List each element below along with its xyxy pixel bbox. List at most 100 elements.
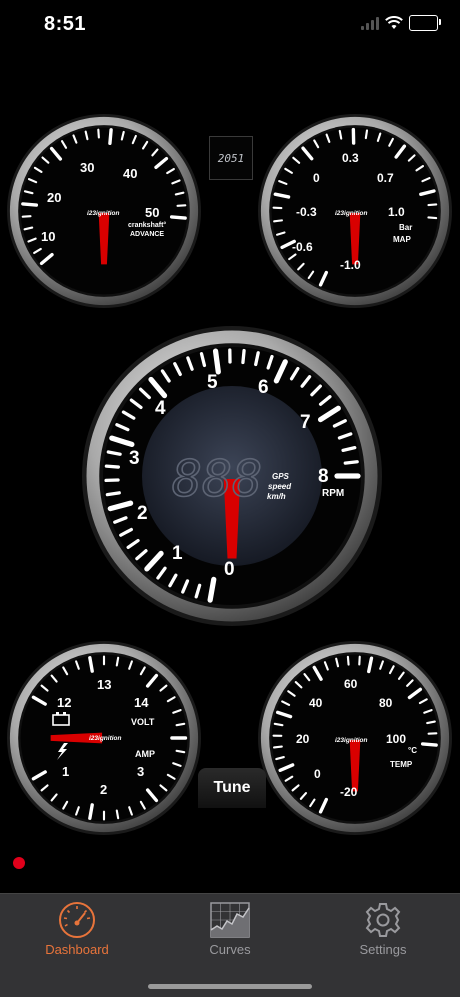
gauge-minor-tick <box>274 220 282 221</box>
map-tick-label: 0.7 <box>377 171 394 185</box>
advance-tick-label: 20 <box>47 190 61 205</box>
gauge-minor-tick <box>366 130 367 138</box>
tab-curves[interactable]: Curves <box>180 900 280 957</box>
gauge-major-tick <box>423 744 437 745</box>
rpm-gauge: 0 1 2 3 4 5 6 7 8 888 GPS speed km/h RPM <box>82 326 382 626</box>
speedometer-icon <box>57 900 97 940</box>
gauge-major-tick <box>172 217 186 218</box>
tab-curves-label: Curves <box>180 942 280 957</box>
temp-tick-label: 0 <box>314 767 321 781</box>
gauge-minor-tick <box>23 216 31 217</box>
gauge-minor-tick <box>177 724 185 725</box>
gauge-minor-tick <box>98 130 99 138</box>
status-time: 8:51 <box>44 13 86 36</box>
gps-label: GPS <box>272 472 290 481</box>
gauge-minor-tick <box>340 131 341 139</box>
temp-brand: i23ignition <box>335 737 368 744</box>
status-icons <box>361 15 438 31</box>
gauge-minor-tick <box>178 205 186 206</box>
gauge-minor-tick <box>275 724 283 725</box>
map-tick-label: 0.3 <box>342 151 359 165</box>
gauge-minor-tick <box>428 217 436 218</box>
advance-label: ADVANCE <box>130 231 164 238</box>
volt-tick-label: 14 <box>134 695 149 710</box>
temp-tick-label: -20 <box>340 785 358 799</box>
cellular-signal-icon <box>361 16 379 30</box>
temp-tick-label: 40 <box>309 696 323 710</box>
amp-label: AMP <box>135 749 155 759</box>
gauge-minor-tick <box>177 751 185 752</box>
advance-tick-label: 10 <box>41 229 55 244</box>
gauge-major-tick <box>210 579 214 600</box>
gauge-minor-tick <box>108 452 120 454</box>
advance-brand: i23ignition <box>87 210 120 217</box>
map-tick-label: -1.0 <box>340 258 361 272</box>
advance-unit: crankshaft° <box>128 221 166 229</box>
small-lcd-value: 2051 <box>218 152 245 165</box>
gauge-major-tick <box>216 351 219 372</box>
volt-tick-label: 13 <box>97 677 111 692</box>
gauge-major-tick <box>90 658 92 671</box>
gauge-minor-tick <box>348 657 349 665</box>
map-tick-label: 1.0 <box>388 205 405 219</box>
gauge-minor-tick <box>428 204 436 205</box>
advance-gauge: 10 20 30 40 50 i23ignition crankshaft° A… <box>7 114 201 308</box>
voltamp-brand: i23ignition <box>89 735 122 742</box>
volt-label: VOLT <box>131 717 155 727</box>
gauge-major-tick <box>90 805 92 818</box>
gauge-major-tick <box>110 130 111 144</box>
temp-unit: °C <box>408 746 417 755</box>
map-gauge: -1.0 -0.6 -0.3 0 0.3 0.7 1.0 i23ignition… <box>258 114 452 308</box>
map-tick-label: 0 <box>313 171 320 185</box>
chart-icon <box>209 900 251 940</box>
speed-label: speed <box>268 482 292 491</box>
advance-tick-label: 50 <box>145 205 159 220</box>
temp-tick-label: 80 <box>379 696 393 710</box>
gauge-minor-tick <box>117 811 118 819</box>
amp-tick-label: 3 <box>137 764 144 779</box>
rpm-tick-label: 1 <box>172 543 183 564</box>
gear-icon <box>363 900 403 940</box>
rpm-tick-label: 2 <box>137 503 148 524</box>
battery-icon <box>409 15 438 31</box>
status-bar: 8:51 <box>0 0 460 50</box>
temp-tick-label: 100 <box>386 732 406 746</box>
gauge-minor-tick <box>243 351 244 363</box>
gauge-minor-tick <box>107 493 119 495</box>
gauge-major-tick <box>23 204 37 205</box>
advance-tick-label: 40 <box>123 166 137 181</box>
gauge-minor-tick <box>345 462 357 463</box>
gauge-minor-tick <box>117 658 118 666</box>
rpm-speed-digits: 888 <box>172 450 262 508</box>
advance-tick-label: 30 <box>80 160 94 175</box>
amp-tick-label: 1 <box>62 764 69 779</box>
temp-gauge: -20 0 20 40 60 80 100 i23ignition °C TEM… <box>258 641 452 835</box>
tune-button[interactable]: Tune <box>198 768 266 808</box>
rpm-tick-label: 6 <box>258 377 269 398</box>
tab-dashboard[interactable]: Dashboard <box>27 900 127 957</box>
rpm-tick-label: 5 <box>207 372 218 393</box>
map-tick-label: -0.3 <box>296 205 317 219</box>
recording-indicator <box>13 857 25 869</box>
kmh-label: km/h <box>267 492 286 501</box>
temp-tick-label: 60 <box>344 677 358 691</box>
rpm-tick-label: 0 <box>224 559 235 580</box>
temp-label: TEMP <box>390 760 413 769</box>
rpm-tick-label: 7 <box>300 412 311 433</box>
rpm-tick-label: 3 <box>129 448 140 469</box>
temp-tick-label: 20 <box>296 732 310 746</box>
tab-settings[interactable]: Settings <box>333 900 433 957</box>
tab-bar: Dashboard Curves Settings <box>0 893 460 997</box>
home-indicator <box>148 984 312 989</box>
map-label: MAP <box>393 235 411 244</box>
volt-amp-gauge: 12 13 14 1 2 3 i23ignition VOLT AMP <box>7 641 201 835</box>
map-tick-label: -0.6 <box>292 240 313 254</box>
amp-tick-label: 2 <box>100 782 107 797</box>
small-lcd-display: 2051 <box>209 136 253 180</box>
rpm-unit-label: RPM <box>322 488 344 499</box>
tab-settings-label: Settings <box>333 942 433 957</box>
volt-tick-label: 12 <box>57 695 71 710</box>
gauge-minor-tick <box>106 466 118 467</box>
rpm-tick-label: 8 <box>318 466 329 487</box>
map-brand: i23ignition <box>335 210 368 217</box>
